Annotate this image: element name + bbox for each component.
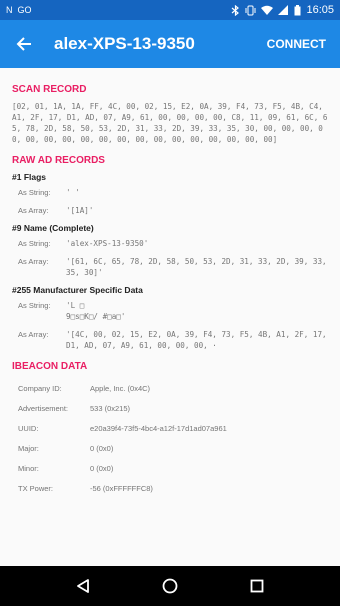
vibrate-icon bbox=[245, 5, 256, 15]
record-array-value: '[1A]' bbox=[66, 206, 94, 215]
ibeacon-title: IBEACON DATA bbox=[12, 361, 88, 372]
ibeacon-row: Advertisement: 533 (0x215) bbox=[18, 398, 328, 418]
ibeacon-table: Company ID: Apple, Inc. (0x4C) Advertise… bbox=[12, 378, 328, 498]
ibeacon-key: TX Power: bbox=[18, 483, 54, 493]
record-string-value: ' ' bbox=[66, 188, 80, 197]
record-array-label: As Array: bbox=[18, 330, 49, 339]
battery-icon bbox=[294, 4, 301, 15]
record-array-value: '[61, 6C, 65, 78, 2D, 58, 50, 53, 2D, 31… bbox=[66, 257, 327, 277]
ibeacon-value: 0 (0x0) bbox=[90, 463, 114, 473]
nav-recents-icon bbox=[250, 579, 264, 593]
record-string-row: As String: 'alex-XPS-13-9350' bbox=[18, 238, 328, 249]
ibeacon-row: UUID: e20a39f4-73f5-4bc4-a12f-17d1ad07a9… bbox=[18, 418, 328, 438]
record-string-value: 'L □ 9□s□K□/ #□a□' bbox=[66, 301, 126, 321]
record-array-row: As Array: '[4C, 00, 02, 15, E2, 0A, 39, … bbox=[18, 329, 328, 351]
ibeacon-key: Minor: bbox=[18, 463, 39, 473]
ibeacon-key: Advertisement: bbox=[18, 403, 69, 413]
scan-record-bytes: [02, 01, 1A, 1A, FF, 4C, 00, 02, 15, E2,… bbox=[12, 102, 328, 144]
record-array-label: As Array: bbox=[18, 257, 49, 266]
record-heading: #1 Flags bbox=[12, 172, 47, 182]
scan-record-title: SCAN RECORD bbox=[12, 84, 87, 95]
ibeacon-row: Major: 0 (0x0) bbox=[18, 438, 328, 458]
ibeacon-value: Apple, Inc. (0x4C) bbox=[90, 383, 151, 393]
back-arrow-icon bbox=[16, 37, 31, 51]
record-string-label: As String: bbox=[18, 301, 51, 310]
ad-record-manufacturer: #255 Manufacturer Specific Data As Strin… bbox=[12, 285, 328, 351]
record-string-label: As String: bbox=[18, 188, 51, 197]
notification-icon: N bbox=[6, 4, 13, 15]
record-array-value: '[4C, 00, 02, 15, E2, 0A, 39, F4, 73, F5… bbox=[66, 330, 327, 350]
bluetooth-icon bbox=[232, 4, 240, 16]
ibeacon-value: 533 (0x215) bbox=[90, 403, 131, 413]
ibeacon-value: 0 (0x0) bbox=[90, 443, 114, 453]
system-nav-bar bbox=[0, 566, 340, 606]
ibeacon-value: -56 (0xFFFFFFC8) bbox=[90, 483, 153, 493]
wifi-icon bbox=[261, 5, 274, 15]
nav-back-button[interactable] bbox=[63, 566, 103, 606]
record-heading: #255 Manufacturer Specific Data bbox=[12, 285, 143, 295]
ibeacon-value: e20a39f4-73f5-4bc4-a12f-17d1ad07a961 bbox=[90, 423, 227, 433]
ibeacon-key: Major: bbox=[18, 443, 39, 453]
record-heading: #9 Name (Complete) bbox=[12, 223, 94, 233]
nav-back-icon bbox=[77, 579, 90, 593]
status-notifications: N GO bbox=[6, 4, 32, 15]
nav-recents-button[interactable] bbox=[237, 566, 277, 606]
ibeacon-row: Minor: 0 (0x0) bbox=[18, 458, 328, 478]
raw-ad-records-title: RAW AD RECORDS bbox=[12, 155, 105, 166]
ibeacon-key: Company ID: bbox=[18, 383, 62, 393]
status-time: 16:05 bbox=[306, 4, 334, 16]
nav-home-button[interactable] bbox=[150, 566, 190, 606]
notification-icon: GO bbox=[17, 4, 32, 15]
app-bar: alex-XPS-13-9350 CONNECT bbox=[0, 20, 340, 68]
page-title: alex-XPS-13-9350 bbox=[54, 34, 195, 53]
status-system-icons: 16:05 bbox=[231, 4, 334, 16]
status-bar: N GO 16:05 bbox=[0, 0, 340, 20]
nav-home-icon bbox=[162, 578, 178, 594]
ibeacon-row: Company ID: Apple, Inc. (0x4C) bbox=[18, 378, 328, 398]
connect-button[interactable]: CONNECT bbox=[261, 31, 332, 57]
device-detail-content[interactable]: SCAN RECORD [02, 01, 1A, 1A, FF, 4C, 00,… bbox=[0, 68, 340, 566]
record-string-label: As String: bbox=[18, 239, 51, 248]
ad-record-flags: #1 Flags As String: ' ' As Array: '[1A]' bbox=[12, 172, 328, 216]
signal-icon bbox=[278, 4, 289, 15]
ad-record-name: #9 Name (Complete) As String: 'alex-XPS-… bbox=[12, 223, 328, 278]
record-string-value: 'alex-XPS-13-9350' bbox=[66, 239, 149, 248]
record-array-row: As Array: '[1A]' bbox=[18, 205, 328, 216]
record-array-row: As Array: '[61, 6C, 65, 78, 2D, 58, 50, … bbox=[18, 256, 328, 278]
ibeacon-row: TX Power: -56 (0xFFFFFFC8) bbox=[18, 478, 328, 498]
ibeacon-key: UUID: bbox=[18, 423, 39, 433]
record-string-row: As String: ' ' bbox=[18, 187, 328, 198]
record-array-label: As Array: bbox=[18, 206, 49, 215]
record-string-row: As String: 'L □ 9□s□K□/ #□a□' bbox=[18, 300, 328, 322]
back-button[interactable] bbox=[0, 20, 48, 68]
